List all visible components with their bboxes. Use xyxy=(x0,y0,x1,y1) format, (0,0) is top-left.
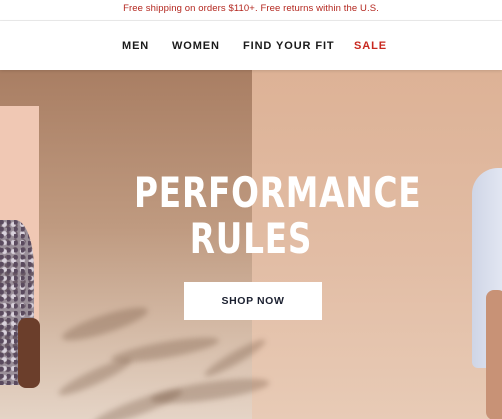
nav-item-women[interactable]: WOMEN xyxy=(172,40,220,53)
nav-item-men[interactable]: MEN xyxy=(122,40,149,53)
nav-item-find-your-fit[interactable]: FIND YOUR FIT xyxy=(243,40,335,53)
shop-now-button[interactable]: SHOP NOW xyxy=(184,282,322,320)
hero-headline-line-1: PERFORMANCE xyxy=(134,168,422,217)
right-model-arm xyxy=(486,290,502,419)
hero-headline: PERFORMANCE RULES xyxy=(134,168,422,263)
main-navigation: MEN WOMEN FIND YOUR FIT SALE xyxy=(0,21,502,70)
promo-text[interactable]: Free shipping on orders $110+. Free retu… xyxy=(123,3,379,14)
nav-item-sale[interactable]: SALE xyxy=(354,40,387,53)
hero-banner[interactable]: PERFORMANCE RULES SHOP NOW xyxy=(0,70,502,419)
promo-banner[interactable]: Free shipping on orders $110+. Free retu… xyxy=(0,0,502,21)
page: Free shipping on orders $110+. Free retu… xyxy=(0,0,502,419)
hero-headline-line-2: RULES xyxy=(189,214,313,263)
left-model-arm xyxy=(18,318,40,388)
nav-list: MEN WOMEN FIND YOUR FIT SALE xyxy=(0,21,502,70)
